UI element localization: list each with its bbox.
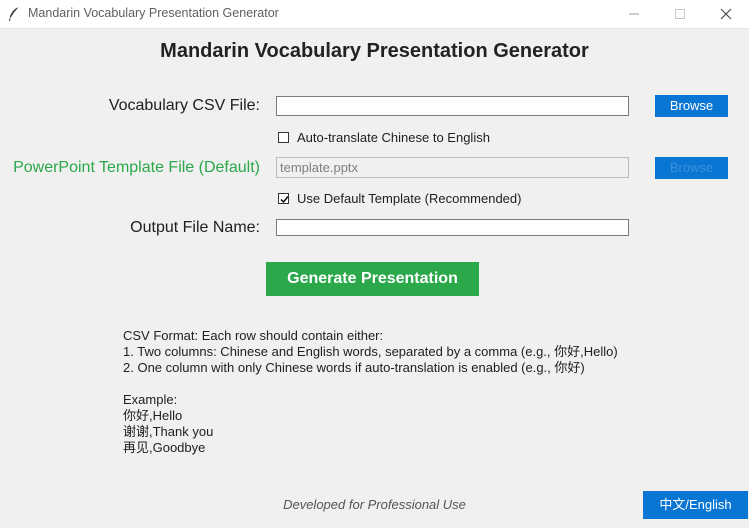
close-icon	[720, 8, 732, 20]
checkbox-unchecked[interactable]	[278, 132, 289, 143]
checkmark-icon	[280, 196, 289, 204]
csv-format-instructions: CSV Format: Each row should contain eith…	[123, 328, 618, 455]
close-button[interactable]	[703, 0, 749, 28]
maximize-icon	[675, 9, 685, 19]
generate-presentation-button[interactable]: Generate Presentation	[266, 262, 479, 296]
feather-icon	[7, 6, 21, 22]
page-title: Mandarin Vocabulary Presentation Generat…	[160, 40, 589, 62]
template-browse-button[interactable]: Browse	[655, 157, 728, 179]
template-file-label: PowerPoint Template File (Default)	[13, 159, 260, 176]
csv-file-input[interactable]	[276, 96, 629, 116]
minimize-button[interactable]	[611, 0, 657, 28]
csv-file-label: Vocabulary CSV File:	[108, 97, 260, 114]
footer-text: Developed for Professional Use	[283, 497, 466, 512]
csv-browse-button[interactable]: Browse	[655, 95, 728, 117]
output-file-input[interactable]	[276, 219, 629, 236]
output-file-label: Output File Name:	[130, 219, 260, 236]
window-titlebar[interactable]: Mandarin Vocabulary Presentation Generat…	[0, 0, 749, 29]
auto-translate-label: Auto-translate Chinese to English	[297, 130, 490, 145]
language-toggle-button[interactable]: 中文/English	[643, 491, 748, 519]
default-template-label: Use Default Template (Recommended)	[297, 191, 522, 206]
window-title: Mandarin Vocabulary Presentation Generat…	[28, 6, 279, 20]
maximize-button[interactable]	[657, 0, 703, 28]
checkbox-checked[interactable]	[278, 193, 289, 204]
minimize-icon	[629, 13, 639, 15]
template-file-input[interactable]	[276, 157, 629, 178]
